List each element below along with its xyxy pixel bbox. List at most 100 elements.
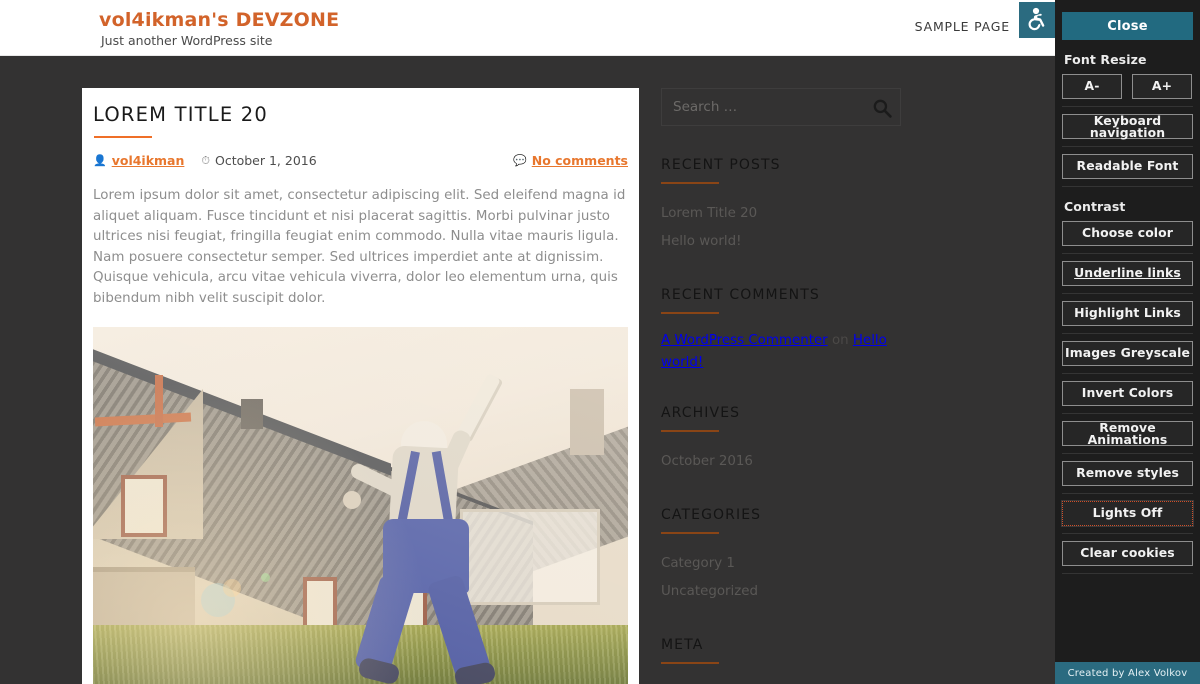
remove-animations-button[interactable]: Remove Animations (1062, 421, 1193, 446)
recent-post-link[interactable]: Hello world! (661, 234, 741, 249)
contrast-label: Contrast (1064, 199, 1126, 214)
underline-links-button[interactable]: Underline links (1062, 261, 1193, 286)
post-article: LOREM TITLE 20 👤 vol4ikman ⏱ October 1, … (82, 100, 639, 684)
font-resize-label: Font Resize (1064, 52, 1147, 67)
lights-off-button[interactable]: Lights Off (1061, 500, 1194, 527)
close-button[interactable]: Close (1062, 12, 1193, 40)
widget-underline-rule (661, 662, 719, 664)
photo-gable-post (155, 375, 163, 427)
search-icon[interactable] (872, 98, 892, 118)
search-form (661, 88, 901, 126)
widget-recent-comments: RECENT COMMENTS A WordPress Commenter on… (661, 285, 901, 374)
divider (1062, 146, 1193, 147)
photo-small-chimney (241, 399, 263, 429)
wheelchair-accessibility-icon[interactable] (1019, 2, 1055, 38)
widget-sidebar: RECENT POSTS Lorem Title 20 Hello world!… (661, 88, 901, 664)
primary-navigation: SAMPLE PAGE (915, 19, 1010, 34)
underline-links-label: Underline links (1074, 265, 1181, 281)
post-meta: 👤 vol4ikman ⏱ October 1, 2016 💬 No comme… (93, 151, 628, 169)
clock-icon: ⏱ (201, 153, 210, 167)
clear-cookies-button[interactable]: Clear cookies (1062, 541, 1193, 566)
invert-colors-button[interactable]: Invert Colors (1062, 381, 1193, 406)
font-resize-row: A- A+ (1062, 74, 1193, 99)
widget-underline-rule (661, 532, 719, 534)
highlight-links-button[interactable]: Highlight Links (1062, 301, 1193, 326)
divider (1062, 186, 1193, 187)
readable-font-button[interactable]: Readable Font (1062, 154, 1193, 179)
remove-styles-button[interactable]: Remove styles (1062, 461, 1193, 486)
list-item: October 2016 (661, 448, 901, 476)
photo-lens-flare (261, 573, 270, 582)
widget-title: META (661, 637, 704, 653)
photo-worker-left-hand (343, 491, 361, 509)
accessibility-panel: Close Font Resize A- A+ Keyboard navigat… (1055, 0, 1200, 684)
photo-window (303, 577, 337, 629)
widget-underline-rule (661, 182, 719, 184)
divider (1062, 453, 1193, 454)
photo-jumping-worker (343, 373, 523, 684)
images-greyscale-button[interactable]: Images Greyscale (1062, 341, 1193, 366)
recent-posts-list: Lorem Title 20 Hello world! (661, 200, 901, 256)
font-decrease-button[interactable]: A- (1062, 74, 1122, 99)
divider (1062, 413, 1193, 414)
post-title: LOREM TITLE 20 (93, 103, 268, 126)
keyboard-navigation-button[interactable]: Keyboard navigation (1062, 114, 1193, 139)
photo-window (121, 475, 167, 537)
site-title[interactable]: vol4ikman's DEVZONE (99, 8, 339, 32)
divider (1062, 573, 1193, 574)
search-input[interactable] (662, 89, 900, 125)
divider (1062, 333, 1193, 334)
widget-title: RECENT COMMENTS (661, 287, 820, 303)
choose-color-button[interactable]: Choose color (1062, 221, 1193, 246)
categories-list: Category 1 Uncategorized (661, 550, 901, 606)
post-body: Lorem ipsum dolor sit amet, consectetur … (93, 188, 626, 306)
divider (1062, 106, 1193, 107)
post-comments-link[interactable]: No comments (532, 153, 628, 168)
divider (1062, 533, 1193, 534)
site-description: Just another WordPress site (101, 33, 273, 48)
widget-archives: ARCHIVES October 2016 (661, 403, 901, 476)
panel-credit: Created by Alex Volkov (1055, 662, 1200, 684)
widget-underline-rule (661, 430, 719, 432)
widget-meta: META (661, 635, 901, 664)
photo-lens-flare (223, 579, 241, 597)
widget-title: CATEGORIES (661, 507, 762, 523)
list-item: Hello world! (661, 228, 901, 256)
post-author: 👤 vol4ikman (93, 153, 184, 168)
photo-worker-left-shoe (357, 656, 401, 684)
widget-recent-posts: RECENT POSTS Lorem Title 20 Hello world! (661, 155, 901, 256)
title-underline-rule (94, 136, 152, 138)
archive-link[interactable]: October 2016 (661, 454, 753, 469)
comment-bubble-icon: 💬 (513, 153, 527, 167)
recent-post-link[interactable]: Lorem Title 20 (661, 206, 757, 221)
widget-categories: CATEGORIES Category 1 Uncategorized (661, 505, 901, 606)
divider (1062, 293, 1193, 294)
category-link[interactable]: Uncategorized (661, 584, 758, 599)
comment-on-label: on (831, 333, 849, 348)
category-link[interactable]: Category 1 (661, 556, 735, 571)
divider (1062, 493, 1193, 494)
post-date-text: October 1, 2016 (214, 152, 317, 168)
photo-chimney (570, 389, 604, 455)
list-item: Uncategorized (661, 578, 901, 606)
archives-list: October 2016 (661, 448, 901, 476)
list-item: Lorem Title 20 (661, 200, 901, 228)
site-branding: vol4ikman's DEVZONE Just another WordPre… (99, 8, 339, 50)
widget-title: RECENT POSTS (661, 157, 781, 173)
list-item: Category 1 (661, 550, 901, 578)
nav-item-sample-page[interactable]: SAMPLE PAGE (915, 19, 1010, 34)
widget-underline-rule (661, 312, 719, 314)
divider (1062, 373, 1193, 374)
divider (1062, 253, 1193, 254)
main-content: LOREM TITLE 20 👤 vol4ikman ⏱ October 1, … (82, 88, 639, 684)
comment-author-link[interactable]: A WordPress Commenter (661, 333, 828, 348)
page-root: vol4ikman's DEVZONE Just another WordPre… (0, 0, 1200, 684)
post-comments: 💬 No comments (513, 153, 628, 168)
font-increase-button[interactable]: A+ (1132, 74, 1192, 99)
recent-comment-item: A WordPress Commenter on Hello world! (661, 330, 901, 374)
post-date: ⏱ October 1, 2016 (201, 153, 316, 168)
post-featured-image (93, 327, 628, 684)
post-author-link[interactable]: vol4ikman (112, 153, 185, 168)
user-icon: 👤 (93, 153, 107, 167)
widget-title: ARCHIVES (661, 405, 741, 421)
